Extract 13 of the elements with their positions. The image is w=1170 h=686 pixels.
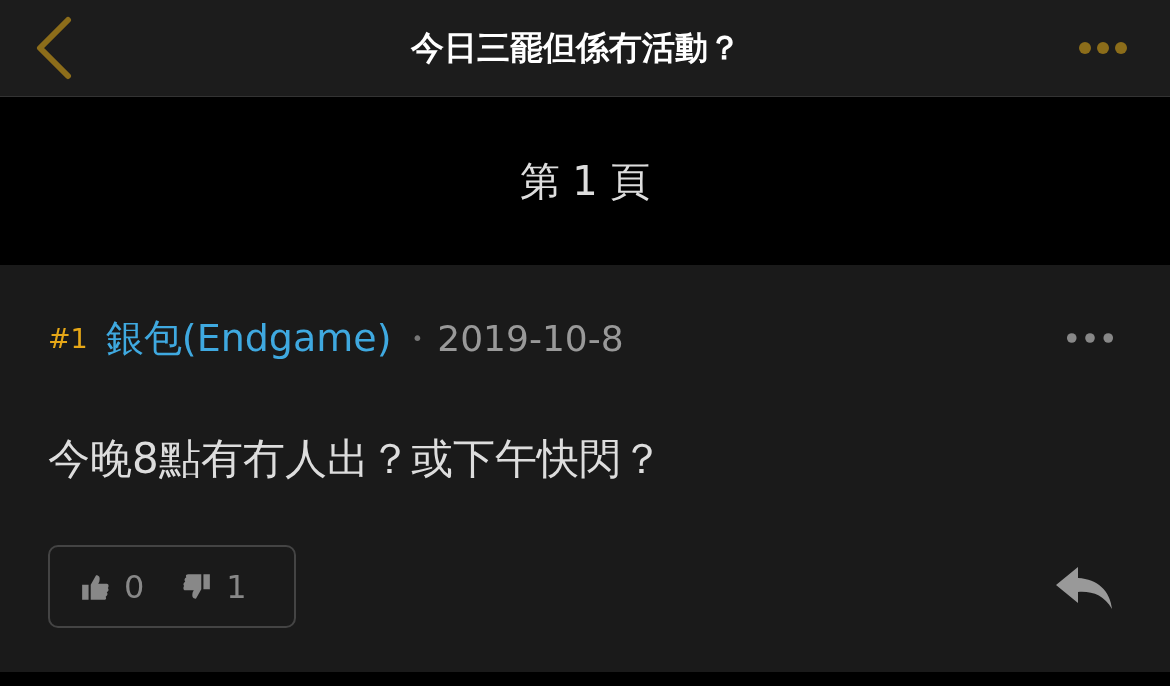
like-count: 0 <box>124 567 145 606</box>
dislike-count: 1 <box>226 567 247 606</box>
thread-title: 今日三罷但係冇活動？ <box>411 26 741 69</box>
thumbs-down-icon[interactable] <box>182 571 213 602</box>
author-name[interactable]: 銀包(Endgame) <box>105 312 392 364</box>
back-icon[interactable] <box>34 16 74 80</box>
floor-number: #1 <box>48 322 88 354</box>
separator-dot: • <box>411 326 424 350</box>
post-content: 今晚8點有冇人出？或下午快閃？ <box>48 433 664 485</box>
more-icon[interactable] <box>1078 41 1128 55</box>
more-icon[interactable] <box>1066 332 1114 344</box>
page-label: 第 1 頁 <box>519 156 651 206</box>
post-date: 2019-10-8 <box>437 317 624 359</box>
